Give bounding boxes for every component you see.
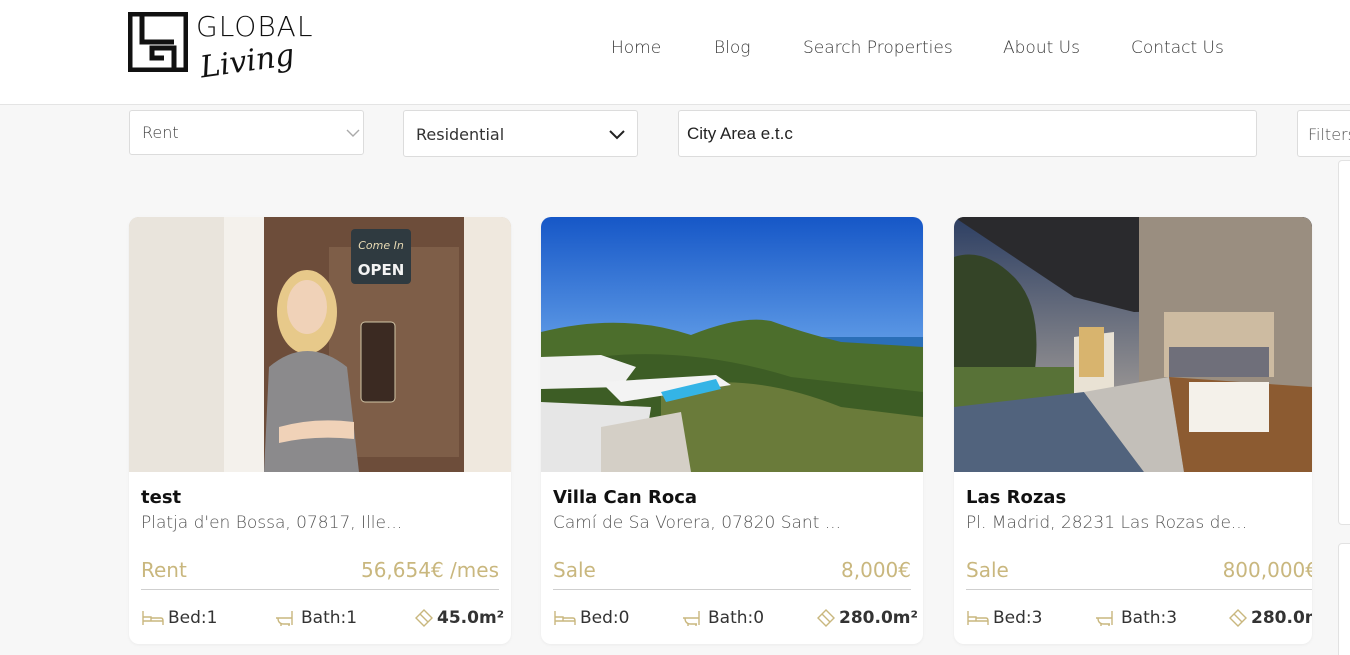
bed-label: Bed:0	[580, 608, 630, 628]
bath-label: Bath:0	[708, 608, 765, 628]
bath-icon	[276, 611, 293, 626]
property-price: 8,000€	[841, 558, 911, 582]
location-search-input[interactable]: City Area e.t.c	[678, 110, 1257, 157]
area-size: 280.0m²	[816, 608, 918, 628]
location-placeholder: City Area e.t.c	[687, 124, 793, 143]
nav-blog[interactable]: Blog	[714, 38, 750, 58]
listing-type: Sale	[966, 558, 1009, 582]
area-size: 280.0m²	[1228, 608, 1312, 628]
property-card[interactable]: Come In OPEN test Platja d'en Bossa, 078…	[129, 217, 511, 644]
bath-count: Bath:1	[274, 608, 357, 628]
svg-text:Come In: Come In	[358, 239, 404, 252]
area-label: 280.0m²	[839, 608, 918, 628]
bath-count: Bath:0	[681, 608, 764, 628]
filters-label: Filters	[1308, 125, 1350, 144]
brand-logo[interactable]: GLOBAL Living	[128, 10, 318, 100]
property-title[interactable]: test	[141, 487, 181, 508]
listing-type-value: Rent	[142, 123, 179, 142]
listing-type: Sale	[553, 558, 596, 582]
property-card[interactable]: Villa Can Roca Camí de Sa Vorera, 07820 …	[541, 217, 923, 644]
property-title[interactable]: Villa Can Roca	[553, 487, 697, 508]
site-header: GLOBAL Living Home Blog Search Propertie…	[0, 0, 1350, 105]
property-card[interactable]: Las Rozas Pl. Madrid, 28231 Las Rozas de…	[954, 217, 1312, 644]
logo-wordmark: GLOBAL	[196, 10, 314, 43]
logo-script: Living	[198, 37, 297, 86]
filters-button[interactable]: Filters	[1297, 110, 1350, 157]
area-icon	[415, 609, 433, 627]
property-price: 56,654€ /mes	[360, 558, 499, 582]
logo-mark-icon	[128, 12, 188, 72]
property-type-value: Residential	[416, 125, 505, 144]
property-price: 800,000€	[1222, 558, 1312, 582]
property-title[interactable]: Las Rozas	[966, 487, 1066, 508]
divider	[553, 589, 911, 590]
bed-label: Bed:3	[993, 608, 1043, 628]
divider	[141, 589, 499, 590]
bed-label: Bed:1	[168, 608, 218, 628]
area-icon	[817, 609, 835, 627]
listing-type: Rent	[141, 558, 187, 582]
chevron-down-icon	[346, 129, 360, 137]
property-photo[interactable]: Come In OPEN	[129, 217, 511, 472]
bed-icon	[967, 611, 989, 625]
divider	[966, 589, 1312, 590]
bed-icon	[142, 611, 164, 625]
bed-count: Bed:3	[966, 608, 1042, 628]
listing-type-select[interactable]: Rent	[129, 110, 364, 155]
bath-count: Bath:3	[1094, 608, 1177, 628]
property-photo[interactable]	[541, 217, 923, 472]
property-address: Pl. Madrid, 28231 Las Rozas de...	[966, 513, 1248, 533]
nav-search-properties[interactable]: Search Properties	[803, 38, 953, 58]
nav-contact-us[interactable]: Contact Us	[1131, 38, 1224, 58]
bath-icon	[1096, 611, 1113, 626]
area-label: 45.0m²	[437, 608, 505, 628]
nav-about-us[interactable]: About Us	[1003, 38, 1080, 58]
side-panel	[1338, 160, 1350, 525]
bed-count: Bed:1	[141, 608, 217, 628]
property-type-select[interactable]: Residential	[403, 110, 638, 157]
area-label: 280.0m²	[1251, 608, 1312, 628]
property-address: Platja d'en Bossa, 07817, Ille...	[141, 513, 403, 533]
area-size: 45.0m²	[414, 608, 504, 628]
chevron-down-icon	[609, 130, 625, 140]
bed-count: Bed:0	[553, 608, 629, 628]
side-panel-lower	[1338, 543, 1350, 655]
property-address: Camí de Sa Vorera, 07820 Sant ...	[553, 513, 841, 533]
property-photo[interactable]	[954, 217, 1312, 472]
svg-text:OPEN: OPEN	[358, 261, 405, 279]
bath-label: Bath:1	[301, 608, 358, 628]
bed-icon	[554, 611, 576, 625]
bath-icon	[683, 611, 700, 626]
bath-label: Bath:3	[1121, 608, 1178, 628]
area-icon	[1229, 609, 1247, 627]
nav-home[interactable]: Home	[611, 38, 661, 58]
